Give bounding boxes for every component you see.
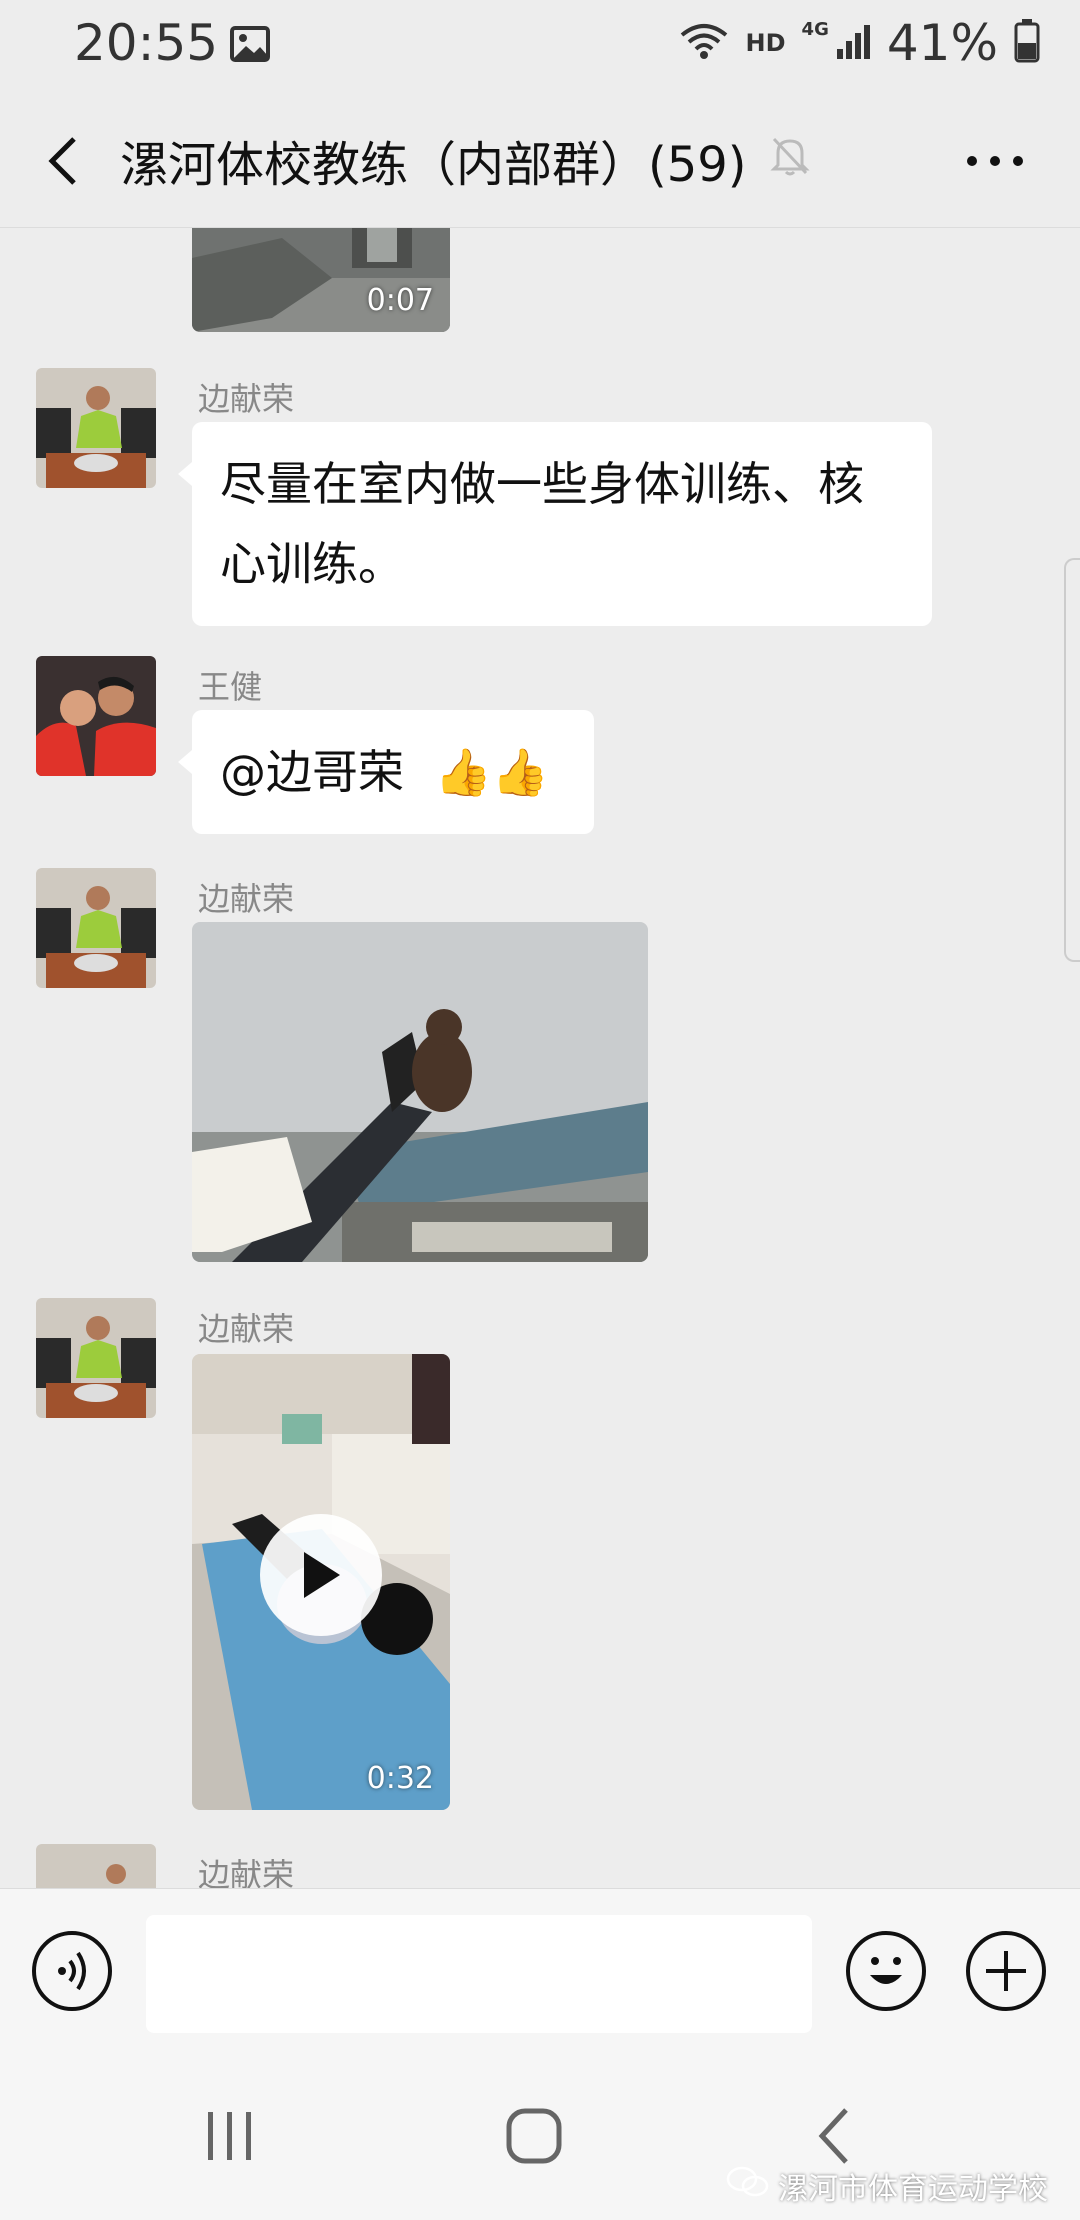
avatar[interactable] <box>36 1298 156 1418</box>
scrollbar[interactable] <box>1064 558 1080 962</box>
chat-title: 漯河体校教练（内部群）(59) <box>120 137 747 193</box>
thumbs-up-emoji: 👍👍 <box>434 745 550 799</box>
text-message[interactable]: @边哥荣 👍👍 <box>178 710 594 834</box>
gallery-icon <box>230 26 270 66</box>
avatar[interactable] <box>36 368 156 488</box>
video-message[interactable]: 0:07 <box>192 228 450 332</box>
nav-back-button[interactable] <box>814 2104 854 2172</box>
wechat-logo-icon <box>726 2165 770 2207</box>
back-button[interactable] <box>36 125 96 195</box>
status-bar: 20:55 HD 4G 41% <box>0 0 1080 95</box>
play-button[interactable] <box>260 1514 382 1636</box>
video-duration: 0:32 <box>366 1761 434 1796</box>
wifi-icon <box>678 21 730 65</box>
message-text: @边哥荣 <box>220 745 404 799</box>
sender-name: 边献荣 <box>198 880 295 918</box>
text-message[interactable]: 尽量在室内做一些身体训练、核心训练。 <box>178 422 932 626</box>
mute-bell-icon <box>768 133 812 181</box>
signal-icon <box>835 21 871 65</box>
sender-name: 边献荣 <box>198 1856 295 1888</box>
video-message[interactable]: 0:32 <box>192 1354 450 1810</box>
home-button[interactable] <box>504 2106 564 2170</box>
sender-name: 边献荣 <box>198 380 295 418</box>
voice-input-button[interactable] <box>32 1931 112 2011</box>
image-message[interactable] <box>192 922 648 1262</box>
watermark-text: 漯河市体育运动学校 <box>778 2172 1048 2207</box>
battery-percent: 41% <box>886 14 998 72</box>
message-list[interactable]: 0:07 边献荣 尽量在室内做一些身体训练、核心训练。 王健 @边哥荣 👍👍 边… <box>0 228 1080 1888</box>
emoji-button[interactable] <box>846 1931 926 2011</box>
status-time: 20:55 <box>74 14 219 72</box>
recent-apps-button[interactable] <box>200 2108 260 2168</box>
avatar[interactable] <box>36 868 156 988</box>
avatar[interactable] <box>36 1844 156 1888</box>
chat-header: 漯河体校教练（内部群）(59) <box>0 95 1080 228</box>
sender-name: 王健 <box>198 668 263 706</box>
battery-icon <box>1014 19 1040 67</box>
sender-name: 边献荣 <box>198 1310 295 1348</box>
more-functions-button[interactable] <box>966 1931 1046 2011</box>
video-duration: 0:07 <box>366 283 434 318</box>
network-type-label: 4G <box>801 18 829 40</box>
navigation-bar: 漯河市体育运动学校 <box>0 2052 1080 2220</box>
hd-label: HD <box>745 29 786 57</box>
message-input[interactable] <box>146 1915 812 2033</box>
more-options-button[interactable] <box>960 131 1030 191</box>
input-bar <box>0 1888 1080 2053</box>
message-text: 尽量在室内做一些身体训练、核心训练。 <box>220 457 864 591</box>
avatar[interactable] <box>36 656 156 776</box>
watermark: 漯河市体育运动学校 <box>726 2164 1048 2208</box>
